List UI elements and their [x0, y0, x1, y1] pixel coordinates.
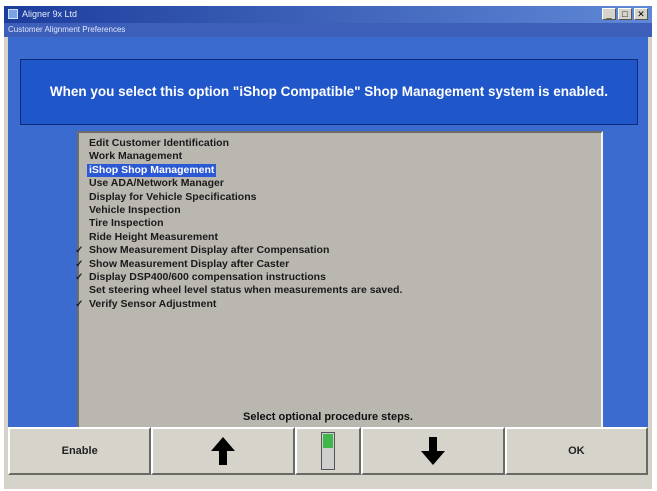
down-arrow-icon — [421, 437, 446, 465]
content-panel: When you select this option "iShop Compa… — [8, 37, 648, 441]
close-button[interactable]: ✕ — [634, 8, 648, 20]
checkmark-icon: ✓ — [75, 245, 84, 257]
list-item-label: Show Measurement Display after Caster — [89, 257, 290, 270]
options-listbox[interactable]: Edit Customer Identification Work Managem… — [75, 131, 603, 433]
screen-subtitle: Customer Alignment Preferences — [4, 23, 652, 37]
list-item-label: Set steering wheel level status when mea… — [89, 284, 403, 297]
checkmark-icon: ✓ — [75, 298, 84, 310]
window-controls: _ □ ✕ — [602, 8, 648, 20]
hint-text: Select optional procedure steps. — [243, 411, 413, 423]
list-item-label: Display for Vehicle Specifications — [89, 190, 257, 203]
list-item-label: Verify Sensor Adjustment — [89, 297, 217, 310]
list-item-label: iShop Shop Management — [87, 163, 217, 177]
checkmark-icon: ✓ — [75, 258, 84, 270]
banner-text: When you select this option "iShop Compa… — [49, 84, 609, 99]
maximize-button[interactable]: □ — [618, 8, 632, 20]
enable-button-label: Enable — [61, 445, 98, 457]
app-icon — [8, 9, 18, 19]
list-item-label: Ride Height Measurement — [89, 230, 218, 243]
title-bar: Aligner 9x Ltd _ □ ✕ — [4, 6, 652, 23]
minimize-button[interactable]: _ — [602, 8, 616, 20]
list-item-label: Vehicle Inspection — [89, 204, 181, 216]
list-item-label: Work Management — [89, 150, 183, 163]
move-down-button[interactable] — [361, 427, 505, 475]
up-arrow-icon — [210, 437, 235, 465]
list-item-label: Use ADA/Network Manager — [89, 177, 224, 190]
scroll-indicator — [294, 427, 362, 475]
app-window: Aligner 9x Ltd _ □ ✕ Customer Alignment … — [4, 6, 652, 489]
list-item-label: Show Measurement Display after Compensat… — [89, 244, 330, 257]
bottom-toolbar: Enable OK — [8, 427, 649, 475]
list-item-label: Tire Inspection — [89, 217, 164, 230]
list-item-label: Display DSP400/600 compensation instruct… — [89, 271, 326, 283]
move-up-button[interactable] — [151, 427, 295, 475]
checkmark-icon: ✓ — [75, 272, 84, 283]
scroll-position-icon — [321, 432, 335, 470]
list-item-label: Edit Customer Identification — [89, 137, 230, 149]
ok-button[interactable]: OK — [504, 427, 649, 475]
window-title: Aligner 9x Ltd — [22, 9, 78, 19]
ok-button-label: OK — [568, 445, 585, 457]
enable-button[interactable]: Enable — [8, 427, 152, 475]
info-banner: When you select this option "iShop Compa… — [20, 59, 638, 125]
